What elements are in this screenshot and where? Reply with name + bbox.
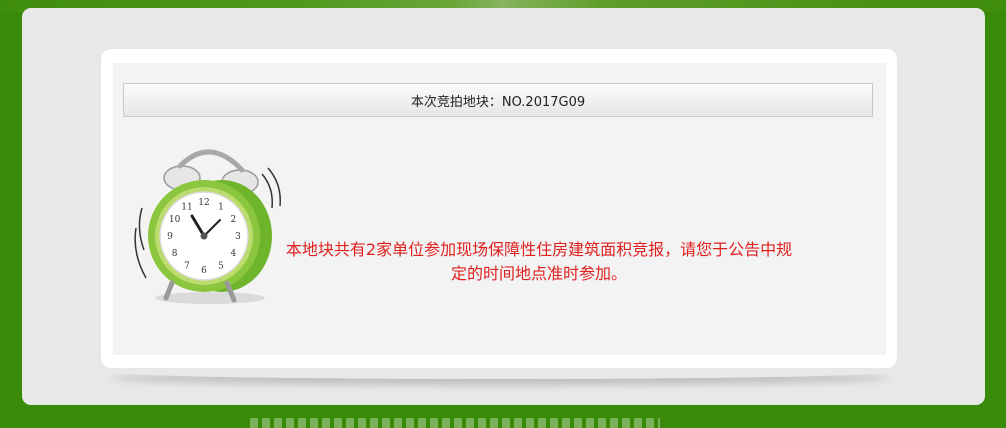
clock-numeral: 10 bbox=[169, 215, 181, 225]
clock-numeral: 11 bbox=[181, 203, 192, 213]
clock-numeral: 3 bbox=[235, 232, 241, 242]
auction-title-bar: 本次竞拍地块：NO.2017G09 bbox=[123, 83, 873, 117]
clock-numeral: 8 bbox=[172, 249, 178, 259]
clock-numeral: 7 bbox=[184, 261, 190, 271]
alarm-clock-icon: 12 12 3 45 6 78 9 1011 bbox=[134, 149, 281, 304]
clock-numeral: 9 bbox=[167, 232, 173, 242]
footer-text-blurred bbox=[250, 418, 660, 428]
clock-numeral: 12 bbox=[198, 198, 209, 208]
clock-numeral: 4 bbox=[231, 249, 237, 259]
auction-title: 本次竞拍地块：NO.2017G09 bbox=[410, 94, 586, 110]
clock-numeral: 1 bbox=[218, 203, 224, 213]
participation-notice: 本地块共有2家单位参加现场保障性住房建筑面积竞报，请您于公告中规定的时间地点准时… bbox=[285, 240, 793, 283]
clock-numeral: 5 bbox=[218, 261, 224, 271]
clock-numeral: 6 bbox=[201, 266, 207, 276]
clock-numeral: 2 bbox=[231, 215, 237, 225]
